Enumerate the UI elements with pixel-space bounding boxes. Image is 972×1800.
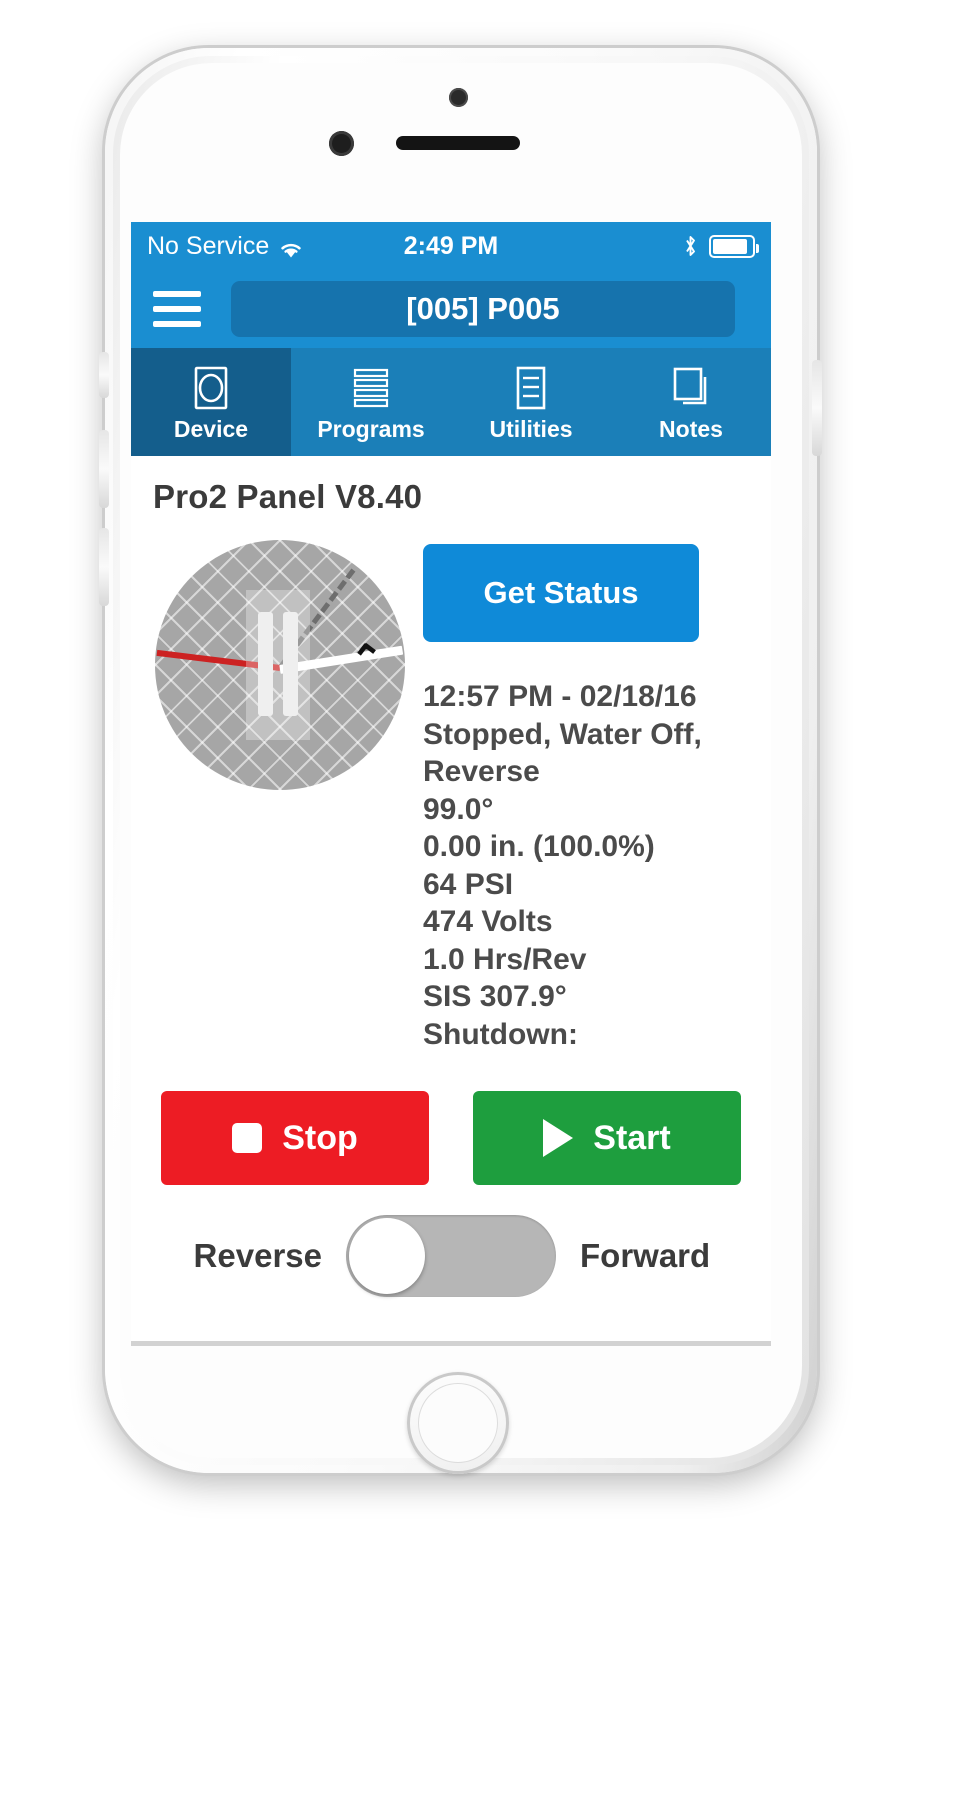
silent-switch[interactable] xyxy=(99,352,109,398)
direction-toggle-knob[interactable] xyxy=(349,1218,425,1294)
carrier-label: No Service xyxy=(147,231,270,260)
status-bar-left: No Service xyxy=(147,232,304,261)
battery-icon xyxy=(709,234,759,258)
direction-forward-label: Forward xyxy=(580,1237,711,1274)
page-title: Pro2 Panel V8.40 xyxy=(153,478,423,515)
main-tab-bar: Device Programs Utilities Notes xyxy=(131,348,771,456)
status-line-voltage: 474 Volts xyxy=(423,905,553,938)
tab-device-label: Device xyxy=(173,416,249,442)
tab-utilities[interactable]: Utilities xyxy=(451,348,611,456)
start-button-label: Start xyxy=(593,1118,671,1157)
document-lines-icon xyxy=(509,365,553,411)
device-summary-row: ⌃ Get Status 12:57 PM - 02/18/16 Stopped… xyxy=(131,526,771,1053)
status-line-direction: Reverse xyxy=(423,755,540,788)
hamburger-line xyxy=(153,306,201,312)
status-bar-right xyxy=(683,234,759,258)
volume-down-button[interactable] xyxy=(99,528,109,606)
power-button[interactable] xyxy=(812,360,822,456)
bluetooth-icon xyxy=(683,234,698,258)
home-button-inner[interactable] xyxy=(418,1383,498,1463)
tab-utilities-label: Utilities xyxy=(489,416,573,442)
app-nav-bar: [005] P005 xyxy=(131,270,771,348)
status-line-state: Stopped, Water Off, xyxy=(423,717,702,751)
list-lines-icon xyxy=(349,365,393,411)
stop-square-icon xyxy=(232,1123,263,1153)
device-panel-icon xyxy=(189,365,233,411)
pivot-position-dial[interactable]: ⌃ xyxy=(155,540,405,790)
status-line-hrs-rev: 1.0 Hrs/Rev xyxy=(423,942,587,976)
wifi-icon xyxy=(278,238,304,258)
tab-device[interactable]: Device xyxy=(131,348,291,456)
device-content-area: Pro2 Panel V8.40 ⌃ Get Status 12:57 PM -… xyxy=(131,456,771,1346)
volume-up-button[interactable] xyxy=(99,430,109,508)
play-triangle-icon xyxy=(543,1119,574,1157)
direction-reverse-label: Reverse xyxy=(193,1237,322,1274)
tab-notes-label: Notes xyxy=(659,416,723,442)
pivot-dial-wrapper: ⌃ xyxy=(149,526,411,1053)
phone-screen: No Service 2:49 PM [005] P005 Device Pro… xyxy=(131,222,771,1346)
status-line-shutdown: Shutdown: xyxy=(423,1017,578,1051)
control-buttons-row: Stop Start xyxy=(131,1053,771,1185)
tab-programs-label: Programs xyxy=(317,416,425,442)
earpiece-speaker xyxy=(396,136,520,150)
copy-pages-icon xyxy=(669,365,713,411)
status-line-pressure: 64 PSI xyxy=(423,867,514,901)
tab-programs[interactable]: Programs xyxy=(291,348,451,456)
front-camera-icon xyxy=(329,131,354,156)
stop-button[interactable]: Stop xyxy=(161,1091,429,1185)
hamburger-menu-icon[interactable] xyxy=(153,291,201,327)
device-title-field[interactable]: [005] P005 xyxy=(231,281,735,337)
start-button[interactable]: Start xyxy=(473,1091,741,1185)
stop-button-label: Stop xyxy=(282,1118,358,1157)
hamburger-line xyxy=(153,291,201,297)
status-line-position: 99.0° xyxy=(423,792,494,826)
ios-status-bar: No Service 2:49 PM xyxy=(131,222,771,270)
status-column: Get Status 12:57 PM - 02/18/16 Stopped, … xyxy=(411,526,753,1053)
status-readout: 12:57 PM - 02/18/16 Stopped, Water Off, … xyxy=(423,678,753,1053)
direction-toggle-row: Reverse Forward xyxy=(131,1185,771,1323)
battery-fill xyxy=(713,238,747,254)
get-status-button[interactable]: Get Status xyxy=(423,544,699,642)
dial-center-pivot xyxy=(246,590,310,740)
status-line-sis: SIS 307.9° xyxy=(423,980,567,1013)
status-line-depth: 0.00 in. (100.0%) xyxy=(423,830,655,863)
dial-sis-marker-icon: ⌃ xyxy=(348,635,388,685)
direction-toggle-switch[interactable] xyxy=(346,1215,556,1297)
water-toggle-row: Dry Wet xyxy=(131,1341,771,1346)
hamburger-line xyxy=(153,321,201,327)
status-line-timestamp: 12:57 PM - 02/18/16 xyxy=(423,680,697,713)
tab-notes[interactable]: Notes xyxy=(611,348,771,456)
proximity-sensor-icon xyxy=(449,88,468,107)
